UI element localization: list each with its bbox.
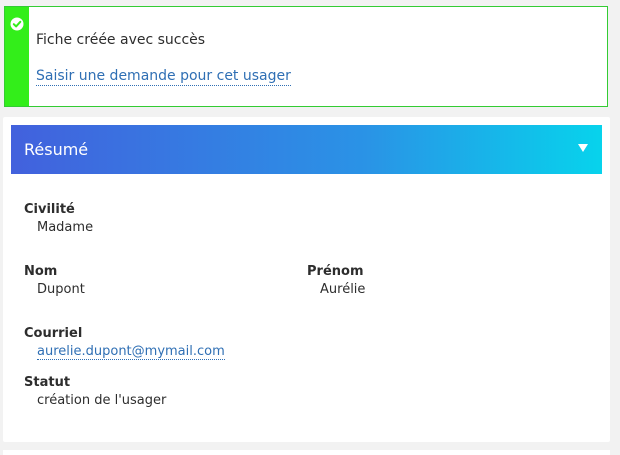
nom-value: Dupont [37, 282, 85, 297]
courriel-link[interactable]: aurelie.dupont@mymail.com [37, 344, 225, 360]
notice-message: Fiche créée avec succès [36, 32, 206, 48]
check-circle-icon [10, 17, 24, 31]
summary-panel-header[interactable]: Résumé [11, 125, 602, 174]
triangle-down-icon[interactable] [576, 141, 590, 155]
next-panel-edge [3, 450, 610, 455]
nom-label: Nom [24, 264, 58, 279]
statut-value: création de l'usager [37, 393, 167, 408]
statut-label: Statut [24, 375, 71, 390]
prenom-value: Aurélie [320, 282, 366, 297]
civilite-value: Madame [37, 220, 94, 235]
summary-panel-title: Résumé [24, 140, 89, 159]
success-notice: Fiche créée avec succès Saisir une deman… [4, 6, 608, 107]
summary-panel: Résumé Civilité Madame Nom Dupont Prénom… [3, 117, 610, 442]
courriel-label: Courriel [24, 326, 83, 341]
prenom-label: Prénom [307, 264, 364, 279]
new-request-link[interactable]: Saisir une demande pour cet usager [36, 68, 291, 86]
civilite-label: Civilité [24, 202, 75, 217]
